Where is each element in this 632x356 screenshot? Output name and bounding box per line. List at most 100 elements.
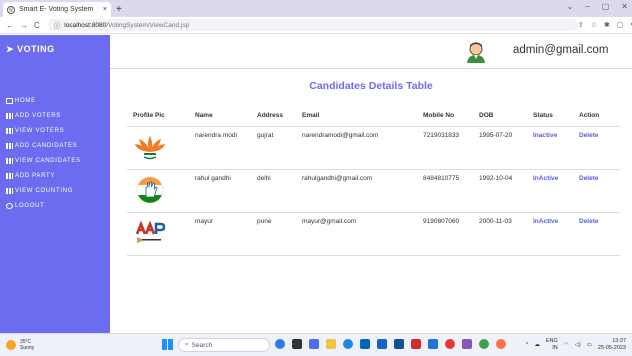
status-badge[interactable]: InActive xyxy=(527,212,573,256)
name-cell: narendra modi xyxy=(189,126,251,170)
send-icon: ➤ xyxy=(6,44,15,54)
chart-icon xyxy=(6,172,13,179)
sidebar: ➤ VOTING HOME ADD VOTERS VIEW VOTERS ADD… xyxy=(0,35,110,333)
sidebar-item-label: HOME xyxy=(15,97,36,104)
address-bar: ← → C ⓘ localhost:8080 /VotingSystem/Vie… xyxy=(0,17,632,34)
windows-start-icon[interactable] xyxy=(162,339,173,350)
task-view-icon[interactable] xyxy=(292,339,302,349)
profile-pic-cell xyxy=(127,126,189,170)
status-badge[interactable]: InActive xyxy=(527,169,573,213)
weather-widget[interactable]: 35°C Sunny xyxy=(6,339,34,351)
delete-button[interactable]: Delete xyxy=(573,169,620,213)
aap-broom-logo-icon xyxy=(135,219,166,243)
firefox-icon[interactable] xyxy=(496,339,506,349)
close-window-button[interactable]: ✕ xyxy=(621,2,628,11)
tab-close-button[interactable]: × xyxy=(103,6,107,13)
chat-icon[interactable] xyxy=(309,339,319,349)
name-cell: rahul gandhi xyxy=(189,169,251,213)
sidebar-item-view-voters[interactable]: VIEW VOTERS xyxy=(6,123,106,138)
delete-button[interactable]: Delete xyxy=(573,212,620,256)
weather-text: 35°C Sunny xyxy=(20,339,34,351)
maximize-button[interactable]: ▢ xyxy=(602,2,610,11)
sidebar-item-label: ADD PARTY xyxy=(15,172,56,179)
sidebar-item-add-party[interactable]: ADD PARTY xyxy=(6,168,106,183)
name-cell: mayur xyxy=(189,212,251,256)
sidebar-item-view-candidates[interactable]: VIEW CANDIDATES xyxy=(6,153,106,168)
sidebar-nav: HOME ADD VOTERS VIEW VOTERS ADD CANDIDAT… xyxy=(6,93,106,213)
url-host: localhost:8080 xyxy=(64,21,107,29)
delete-button[interactable]: Delete xyxy=(573,126,620,170)
file-explorer-icon[interactable] xyxy=(326,339,336,349)
back-icon[interactable]: ← xyxy=(6,21,14,30)
chevron-up-icon[interactable]: ^ xyxy=(526,342,529,348)
clock[interactable]: 13:37 25-05-2023 xyxy=(598,338,626,352)
admin-email[interactable]: admin@gmail.com xyxy=(513,44,608,56)
taskbar-search[interactable]: ⌕ Search xyxy=(178,338,270,352)
sidebar-item-add-candidates[interactable]: ADD CANDIDATES xyxy=(6,138,106,153)
bookmark-star-icon[interactable]: ☆ xyxy=(591,21,597,29)
browser-tab-bar: ◎ Smart E- Voting System × + ⌄ – ▢ ✕ xyxy=(0,0,632,17)
sidebar-item-view-counting[interactable]: VIEW COUNTING xyxy=(6,183,106,198)
volume-icon[interactable]: ◁) xyxy=(575,342,581,348)
user-avatar-icon[interactable] xyxy=(465,41,487,63)
sidebar-item-logout[interactable]: LOGOUT xyxy=(6,198,106,213)
status-badge[interactable]: Inactive xyxy=(527,126,573,170)
edge-icon[interactable] xyxy=(343,339,353,349)
page-title: Candidates Details Table xyxy=(309,80,433,92)
chrome-profile-icon[interactable] xyxy=(479,339,489,349)
teams-icon[interactable] xyxy=(428,339,438,349)
dob-cell: 2000-11-03 xyxy=(473,212,527,256)
wifi-icon[interactable]: ◠ xyxy=(564,342,569,348)
new-tab-button[interactable]: + xyxy=(116,2,122,17)
column-header: Email xyxy=(296,106,417,127)
candidates-table: Profile Pic Name Address Email Mobile No… xyxy=(127,106,620,256)
chrome-icon[interactable] xyxy=(445,339,455,349)
lang-top: ENG xyxy=(545,338,558,344)
language-indicator[interactable]: ENG IN xyxy=(546,338,558,352)
table-row: narendra modi gujrat narendramodi@gmail.… xyxy=(127,126,620,170)
sidepanel-icon[interactable]: ▢ xyxy=(617,21,624,29)
chart-icon xyxy=(6,127,13,134)
vscode-icon[interactable] xyxy=(462,339,472,349)
table-row: mayur pune mayur@gmail.com 9190807060 20… xyxy=(127,212,620,256)
reload-icon[interactable]: C xyxy=(34,21,40,30)
forward-icon[interactable]: → xyxy=(20,21,28,30)
congress-hand-logo-icon xyxy=(136,176,164,203)
sidebar-item-add-voters[interactable]: ADD VOTERS xyxy=(6,108,106,123)
app-icon[interactable] xyxy=(394,339,404,349)
weather-condition: Sunny xyxy=(20,345,35,351)
word-icon[interactable] xyxy=(377,339,387,349)
chart-icon xyxy=(6,187,13,194)
sidebar-item-label: LOGOUT xyxy=(15,202,45,209)
onedrive-icon[interactable]: ☁ xyxy=(534,342,540,348)
copilot-icon[interactable] xyxy=(275,339,285,349)
sun-icon xyxy=(6,340,16,350)
column-header: DOB xyxy=(473,106,527,127)
share-icon[interactable]: ⇪ xyxy=(578,21,584,29)
search-placeholder: Search xyxy=(191,341,213,349)
tab-search-button[interactable]: ⌄ xyxy=(567,2,574,11)
email-cell: rahulgandhi@gmail.com xyxy=(296,169,417,213)
profile-pic-cell xyxy=(127,169,189,213)
store-icon[interactable] xyxy=(360,339,370,349)
sidebar-item-label: VIEW COUNTING xyxy=(15,187,74,194)
chart-icon xyxy=(6,112,13,119)
battery-icon[interactable]: ▭ xyxy=(587,342,592,348)
info-icon[interactable]: ⓘ xyxy=(54,20,61,30)
url-field[interactable]: ⓘ localhost:8080 /VotingSystem/ViewCand.… xyxy=(47,19,578,31)
dob-cell: 1995-07-20 xyxy=(473,126,527,170)
extensions-icon[interactable]: ✱ xyxy=(604,21,610,29)
address-cell: delhi xyxy=(251,169,296,213)
address-cell: gujrat xyxy=(251,126,296,170)
sidebar-item-label: ADD CANDIDATES xyxy=(15,142,78,149)
sidebar-item-home[interactable]: HOME xyxy=(6,93,106,108)
sidebar-item-label: VIEW CANDIDATES xyxy=(15,157,81,164)
system-tray: ^ ☁ ENG IN ◠ ◁) ▭ 13:37 25-05-2023 xyxy=(526,338,626,352)
brand[interactable]: ➤ VOTING xyxy=(6,44,55,55)
mail-icon[interactable] xyxy=(411,339,421,349)
chart-icon xyxy=(6,157,13,164)
minimize-button[interactable]: – xyxy=(585,2,589,11)
lang-bottom: IN xyxy=(552,345,558,351)
browser-tab[interactable]: ◎ Smart E- Voting System × xyxy=(3,2,111,17)
time: 13:37 xyxy=(612,338,626,344)
